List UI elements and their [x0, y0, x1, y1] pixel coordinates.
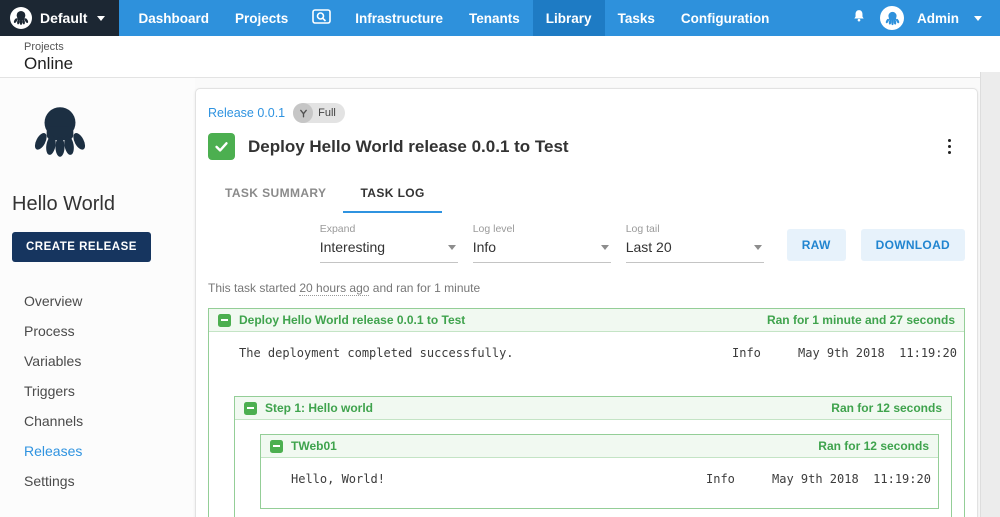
nav-item-projects[interactable]: Projects: [222, 0, 301, 36]
space-switcher[interactable]: Default: [0, 0, 120, 36]
log-row-text: The deployment completed successfully.: [239, 346, 514, 360]
chevron-down-icon: [974, 15, 982, 21]
log-node-step-header[interactable]: Step 1: Hello world Ran for 12 seconds: [235, 397, 951, 420]
log-node-title: Step 1: Hello world: [265, 401, 374, 415]
sidebar-item-variables[interactable]: Variables: [12, 346, 183, 376]
log-node-machine: TWeb01 Ran for 12 seconds Hello, World! …: [260, 434, 939, 509]
sidebar-item-triggers[interactable]: Triggers: [12, 376, 183, 406]
nav-item-library[interactable]: Library: [532, 0, 605, 36]
nav-right: Admin: [851, 0, 1000, 36]
log-level-select-value: Info: [472, 239, 497, 255]
chevron-down-icon: [447, 245, 456, 250]
sidebar-item-settings[interactable]: Settings: [12, 466, 183, 496]
page-body: Hello World CREATE RELEASE Overview Proc…: [0, 78, 1000, 517]
log-node-duration: Ran for 1 minute and 27 seconds: [766, 313, 955, 327]
log-row-text: Hello, World!: [291, 472, 385, 486]
task-tabs: TASK SUMMARY TASK LOG: [208, 174, 965, 213]
user-avatar[interactable]: [880, 6, 904, 30]
log-level-select-label: Log level: [472, 223, 515, 235]
sidebar-item-overview[interactable]: Overview: [12, 286, 183, 316]
chevron-down-icon: [97, 15, 106, 21]
search-icon: [312, 9, 332, 27]
release-link[interactable]: Release 0.0.1: [208, 106, 285, 120]
task-title-row: Deploy Hello World release 0.0.1 to Test: [208, 133, 965, 160]
project-name: Hello World: [12, 193, 115, 215]
sidebar-nav: Overview Process Variables Triggers Chan…: [12, 286, 183, 496]
nav-item-tasks[interactable]: Tasks: [605, 0, 668, 36]
page-title: Online: [24, 54, 74, 73]
space-label: Default: [40, 10, 88, 26]
log-node-duration: Ran for 12 seconds: [831, 401, 942, 415]
collapse-icon[interactable]: [270, 439, 283, 453]
log-row-level: Info: [732, 346, 761, 360]
top-nav: Default Dashboard Projects Infrastructur…: [0, 0, 1000, 36]
project-sidebar: Hello World CREATE RELEASE Overview Proc…: [0, 78, 195, 517]
sidebar-item-channels[interactable]: Channels: [12, 406, 183, 436]
log-row-time: May 9th 2018 11:19:20: [772, 472, 931, 486]
log-row-time: May 9th 2018 11:19:20: [798, 346, 957, 360]
task-status-line: This task started 20 hours ago and ran f…: [208, 281, 965, 296]
log-row: The deployment completed successfully. I…: [209, 332, 964, 382]
download-button[interactable]: DOWNLOAD: [860, 229, 965, 261]
tab-task-log[interactable]: TASK LOG: [343, 174, 442, 213]
log-node-root: Deploy Hello World release 0.0.1 to Test…: [208, 308, 965, 517]
sidebar-item-releases[interactable]: Releases: [12, 436, 183, 466]
log-tail-select-value: Last 20: [625, 239, 672, 255]
nav-item-configuration[interactable]: Configuration: [668, 0, 782, 36]
collapse-icon[interactable]: [244, 401, 257, 415]
breadcrumb-section: Projects: [24, 41, 64, 53]
release-row: Release 0.0.1 Full: [208, 101, 965, 133]
user-menu[interactable]: Admin: [917, 11, 959, 26]
task-log: Deploy Hello World release 0.0.1 to Test…: [208, 308, 965, 517]
log-node-title: Deploy Hello World release 0.0.1 to Test: [239, 313, 466, 327]
raw-button[interactable]: RAW: [786, 229, 846, 261]
status-suffix: and ran for 1 minute: [369, 281, 481, 295]
log-node-root-header[interactable]: Deploy Hello World release 0.0.1 to Test…: [209, 309, 964, 332]
nav-items: Dashboard Projects Infrastructure Tenant…: [125, 0, 782, 36]
nav-item-dashboard[interactable]: Dashboard: [125, 0, 222, 36]
lifecycle-branch-icon: [293, 103, 314, 123]
expand-select[interactable]: Expand Interesting: [319, 221, 458, 263]
scrollbar-track[interactable]: [980, 72, 1000, 517]
log-node-step: Step 1: Hello world Ran for 12 seconds T…: [234, 396, 952, 517]
octopus-logo-icon: [10, 7, 32, 29]
expand-select-value: Interesting: [319, 239, 386, 255]
collapse-icon[interactable]: [218, 313, 231, 327]
nav-item-infrastructure[interactable]: Infrastructure: [342, 0, 456, 36]
project-logo-octopus-icon: [28, 100, 183, 169]
lifecycle-chip: Full: [293, 103, 345, 123]
status-prefix: This task started: [208, 281, 300, 295]
notifications-bell-icon[interactable]: [851, 8, 867, 28]
log-row-level: Info: [706, 472, 735, 486]
log-filter-row: Expand Interesting Log level Info Log ta…: [208, 221, 965, 263]
status-time-ago: 20 hours ago: [299, 281, 370, 296]
overflow-menu-icon[interactable]: [944, 135, 956, 159]
log-level-select[interactable]: Log level Info: [472, 221, 611, 263]
tab-task-summary[interactable]: TASK SUMMARY: [208, 174, 343, 213]
nav-item-tenants[interactable]: Tenants: [456, 0, 533, 36]
chevron-down-icon: [753, 245, 762, 250]
log-node-title: TWeb01: [291, 439, 337, 453]
chevron-down-icon: [600, 245, 609, 250]
create-release-button[interactable]: CREATE RELEASE: [12, 232, 151, 262]
task-title: Deploy Hello World release 0.0.1 to Test: [248, 136, 569, 156]
lifecycle-chip-label: Full: [318, 107, 336, 119]
log-row: Hello, World! Info May 9th 2018 11:19:20: [261, 458, 938, 508]
log-tail-select-label: Log tail: [625, 223, 660, 235]
log-tail-select[interactable]: Log tail Last 20: [625, 221, 764, 263]
success-check-icon: [208, 133, 235, 160]
expand-select-label: Expand: [319, 223, 356, 235]
search-button[interactable]: [301, 0, 342, 36]
task-card: Release 0.0.1 Full Deploy Hello World re…: [195, 88, 978, 517]
log-node-duration: Ran for 12 seconds: [818, 439, 929, 453]
log-node-machine-header[interactable]: TWeb01 Ran for 12 seconds: [261, 435, 938, 458]
breadcrumb: Projects Online: [0, 36, 1000, 78]
sidebar-item-process[interactable]: Process: [12, 316, 183, 346]
